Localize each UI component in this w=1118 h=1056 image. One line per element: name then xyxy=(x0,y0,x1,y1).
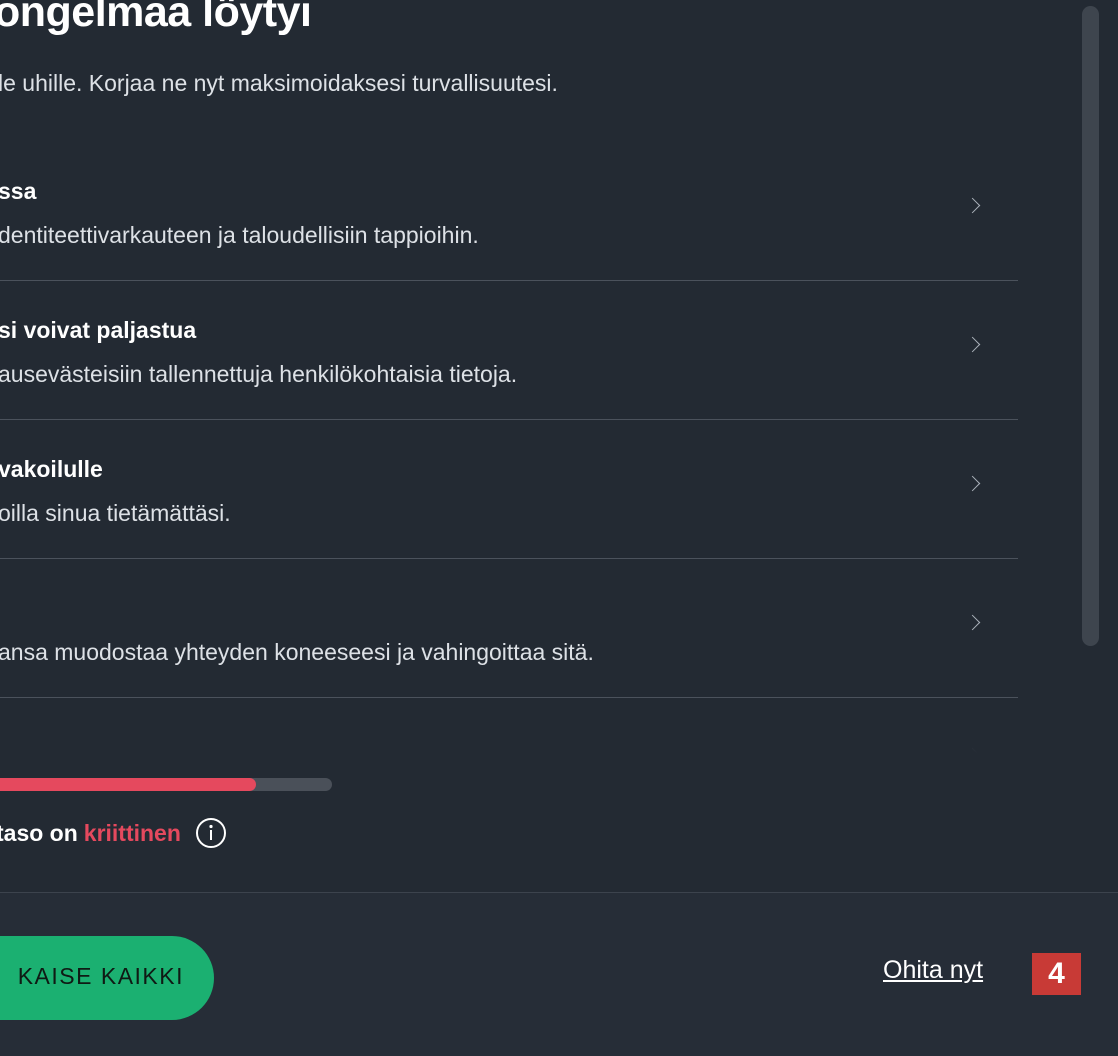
chevron-right-icon xyxy=(964,475,981,492)
issue-description: ausevästeisiin tallennettuja henkilökoht… xyxy=(0,361,518,387)
fix-all-button[interactable]: KAISE KAIKKI xyxy=(0,936,214,1020)
dialog-footer: KAISE KAIKKI Ohita nyt 4 xyxy=(0,893,1118,1056)
issue-row-spying[interactable]: vakoilulle oilla sinua tietämättäsi. xyxy=(0,420,1018,559)
issue-title: si voivat paljastua xyxy=(0,317,197,343)
list-fade xyxy=(0,698,1020,778)
issues-dialog: ongelmaa löytyi le uhille. Korjaa ne nyt… xyxy=(0,0,1118,1056)
risk-label: taso on xyxy=(0,819,78,846)
scrollbar[interactable] xyxy=(1080,0,1104,660)
issue-title: vakoilulle xyxy=(0,456,103,482)
scrollbar-thumb[interactable] xyxy=(1082,6,1099,646)
issue-title: ssa xyxy=(0,178,37,204)
risk-meter xyxy=(0,778,332,791)
chevron-right-icon xyxy=(964,336,981,353)
risk-meter-fill xyxy=(0,778,256,791)
issue-description: oilla sinua tietämättäsi. xyxy=(0,500,231,526)
chevron-right-icon xyxy=(964,614,981,631)
risk-status: taso on kriittinen xyxy=(0,816,233,850)
issue-row-cookies[interactable]: si voivat paljastua ausevästeisiin talle… xyxy=(0,281,1018,420)
chevron-right-icon xyxy=(964,197,981,214)
fix-all-button-label: KAISE KAIKKI xyxy=(17,963,184,989)
step-badge: 4 xyxy=(1032,953,1081,995)
issue-row-identity[interactable]: ssa dentiteettivarkauteen ja taloudellis… xyxy=(0,142,1018,281)
risk-level: kriittinen xyxy=(83,819,181,846)
issue-list: ssa dentiteettivarkauteen ja taloudellis… xyxy=(0,142,1018,778)
issue-description: ansa muodostaa yhteyden koneeseesi ja va… xyxy=(0,639,594,665)
dialog-title: ongelmaa löytyi xyxy=(0,0,312,36)
info-icon[interactable] xyxy=(189,816,233,850)
skip-now-link[interactable]: Ohita nyt xyxy=(883,956,983,985)
issue-description: dentiteettivarkauteen ja taloudellisiin … xyxy=(0,222,479,248)
issue-row-remote-access[interactable]: ansa muodostaa yhteyden koneeseesi ja va… xyxy=(0,559,1018,698)
dialog-subtitle: le uhille. Korjaa ne nyt maksimoidaksesi… xyxy=(0,70,558,96)
